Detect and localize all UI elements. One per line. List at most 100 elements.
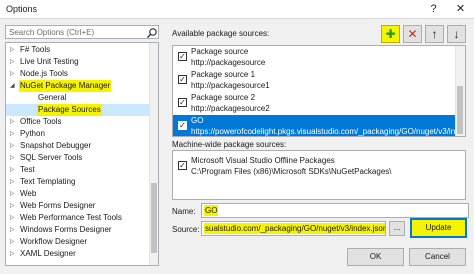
expand-arrow-icon[interactable]: ▷	[10, 44, 15, 56]
expand-arrow-icon[interactable]: ▷	[10, 248, 15, 260]
window-title: Options	[6, 4, 38, 14]
options-tree[interactable]: ▷ F# Tools ▷ Live Unit Testing ▷ Node.js Tool…	[5, 42, 159, 266]
expand-arrow-icon[interactable]: ▷	[10, 176, 15, 188]
source-value: sualstudio.com/_packaging/GO/nuget/v3/in…	[204, 223, 385, 234]
tree-item-label: Live Unit Testing	[20, 57, 79, 66]
tree-item-label: General	[38, 93, 67, 102]
expand-arrow-icon[interactable]: ▷	[10, 128, 15, 140]
source-url: http://packagesource2	[191, 104, 270, 113]
source-checkbox[interactable]: ✓	[178, 161, 187, 170]
expand-arrow-icon[interactable]: ▷	[10, 200, 15, 212]
update-button[interactable]: Update	[410, 218, 467, 238]
tree-item[interactable]: Package Sources	[6, 104, 149, 116]
ok-button[interactable]: OK	[347, 248, 404, 266]
source-name: Microsoft Visual Studio Offline Packages	[191, 156, 335, 165]
cancel-button[interactable]: Cancel	[409, 248, 466, 266]
expand-arrow-icon[interactable]: ▷	[10, 140, 15, 152]
expanded-arrow-icon[interactable]: ◢	[10, 80, 15, 92]
tree-item-label: Web Forms Designer	[20, 201, 96, 210]
search-icon	[147, 28, 157, 38]
expand-arrow-icon[interactable]: ▷	[10, 68, 15, 80]
name-value: GO	[204, 205, 219, 216]
source-item[interactable]: ✓ Package source http://packagesource	[173, 46, 455, 69]
source-field[interactable]: sualstudio.com/_packaging/GO/nuget/v3/in…	[201, 221, 386, 236]
available-sources-label: Available package sources:	[172, 29, 270, 38]
sources-scrollbar-thumb[interactable]	[457, 86, 463, 134]
tree-item[interactable]: ▷ Snapshot Debugger	[6, 140, 149, 152]
tree-item-label: Web	[20, 189, 37, 198]
source-item[interactable]: ✓ GO https://powerofcodelight.pkgs.visuals…	[173, 115, 465, 136]
tree-item-label: Python	[20, 129, 45, 138]
title-bar: Options ? ✕	[0, 0, 474, 19]
machine-source-item[interactable]: ✓ Microsoft Visual Studio Offline Packag…	[173, 155, 455, 178]
tree-item[interactable]: ◢ NuGet Package Manager	[6, 80, 149, 92]
tree-item-label: F# Tools	[20, 45, 51, 54]
tree-item-label: Windows Forms Designer	[20, 225, 112, 234]
tree-item[interactable]: ▷ Python	[6, 128, 149, 140]
tree-item[interactable]: ▷ SQL Server Tools	[6, 152, 149, 164]
tree-item[interactable]: ▷ Workflow Designer	[6, 236, 149, 248]
source-url: C:\Program Files (x86)\Microsoft SDKs\Nu…	[191, 167, 392, 176]
remove-source-button[interactable]: ✕	[403, 25, 422, 43]
tree-item-label: XAML Designer	[20, 249, 76, 258]
expand-arrow-icon[interactable]: ▷	[10, 56, 15, 68]
tree-item[interactable]: ▷ Office Tools	[6, 116, 149, 128]
source-name: GO	[191, 116, 204, 125]
source-item[interactable]: ✓ Package source 2 http://packagesource2	[173, 92, 455, 115]
tree-item[interactable]: ▷ Web Performance Test Tools	[6, 212, 149, 224]
tree-item-label: SQL Server Tools	[20, 153, 83, 162]
source-url: http://packagesource	[191, 58, 266, 67]
help-button[interactable]: ?	[420, 0, 447, 19]
tree-item-label: NuGet Package Manager	[19, 80, 112, 92]
source-checkbox[interactable]: ✓	[178, 98, 187, 107]
tree-item[interactable]: ▷ Test	[6, 164, 149, 176]
source-name: Package source	[191, 47, 249, 56]
browse-button[interactable]: ...	[389, 221, 405, 236]
expand-arrow-icon[interactable]: ▷	[10, 224, 15, 236]
name-label: Name:	[172, 207, 196, 216]
tree-item-label: Test	[20, 165, 35, 174]
expand-arrow-icon[interactable]: ▷	[10, 116, 15, 128]
tree-item-label: Web Performance Test Tools	[20, 213, 122, 222]
expand-arrow-icon[interactable]: ▷	[10, 212, 15, 224]
search-placeholder: Search Options (Ctrl+E)	[9, 28, 95, 37]
tree-item[interactable]: ▷ Node.js Tools	[6, 68, 149, 80]
source-checkbox[interactable]: ✓	[178, 121, 187, 130]
source-checkbox[interactable]: ✓	[178, 52, 187, 61]
expand-arrow-icon[interactable]: ▷	[10, 188, 15, 200]
expand-arrow-icon[interactable]: ▷	[10, 152, 15, 164]
source-url: http://packagesource1	[191, 81, 270, 90]
source-url: https://powerofcodelight.pkgs.visualstud…	[191, 127, 466, 136]
tree-item[interactable]: ▷ Live Unit Testing	[6, 56, 149, 68]
tree-scrollbar-thumb[interactable]	[151, 183, 157, 253]
machine-sources-list[interactable]: ✓ Microsoft Visual Studio Offline Packag…	[172, 150, 466, 200]
tree-item-label: Package Sources	[37, 104, 102, 116]
tree-item[interactable]: ▷ Web	[6, 188, 149, 200]
tree-item[interactable]: ▷ Text Templating	[6, 176, 149, 188]
tree-item[interactable]: General	[6, 92, 149, 104]
tree-item-label: Text Templating	[20, 177, 76, 186]
tree-item-label: Snapshot Debugger	[20, 141, 92, 150]
expand-arrow-icon[interactable]: ▷	[10, 164, 15, 176]
source-checkbox[interactable]: ✓	[178, 75, 187, 84]
source-name: Package source 1	[191, 70, 256, 79]
source-name: Package source 2	[191, 93, 256, 102]
machine-sources-label: Machine-wide package sources:	[172, 140, 287, 149]
source-label: Source:	[172, 225, 200, 234]
tree-item-label: Workflow Designer	[20, 237, 87, 246]
tree-item[interactable]: ▷ F# Tools	[6, 44, 149, 56]
source-item[interactable]: ✓ Package source 1 http://packagesource1	[173, 69, 455, 92]
tree-item[interactable]: ▷ XAML Designer	[6, 248, 149, 260]
tree-item[interactable]: ▷ Windows Forms Designer	[6, 224, 149, 236]
move-up-button[interactable]: ↑	[425, 25, 444, 43]
expand-arrow-icon[interactable]: ▷	[10, 236, 15, 248]
close-button[interactable]: ✕	[447, 0, 474, 19]
move-down-button[interactable]: ↓	[447, 25, 466, 43]
tree-item[interactable]: ▷ Web Forms Designer	[6, 200, 149, 212]
available-sources-list[interactable]: ✓ Package source http://packagesource ✓ Pack…	[172, 45, 466, 137]
search-input[interactable]: Search Options (Ctrl+E)	[5, 25, 159, 39]
name-field[interactable]: GO	[201, 203, 469, 218]
tree-item-label: Office Tools	[20, 117, 62, 126]
tree-item-label: Node.js Tools	[20, 69, 68, 78]
add-source-button[interactable]: ✚	[381, 25, 400, 43]
